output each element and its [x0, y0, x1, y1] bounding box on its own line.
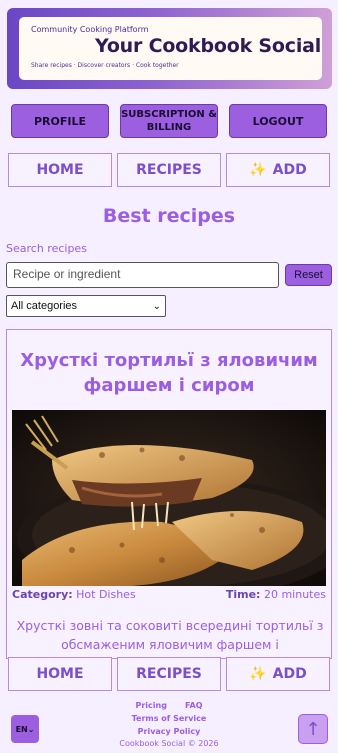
recipe-photo-illustration	[12, 410, 326, 586]
scroll-to-top-button[interactable]: ↑	[298, 714, 328, 744]
chevron-down-icon: ⌄	[27, 724, 35, 734]
recipe-photo[interactable]	[12, 410, 326, 586]
recipe-description: Хрусткі зовні та соковиті всередині торт…	[16, 618, 324, 658]
terms-link[interactable]: Terms of Service	[132, 714, 207, 723]
search-label: Search recipes	[6, 242, 87, 255]
bottom-nav-add-label: ADD	[272, 666, 307, 682]
nav-home[interactable]: HOME	[8, 153, 112, 187]
privacy-link-row: Privacy Policy	[0, 727, 338, 736]
header-banner: Community Cooking Platform Your Cookbook…	[7, 8, 332, 89]
site-title: Your Cookbook Social	[95, 35, 322, 57]
bottom-nav-home-label: HOME	[36, 666, 84, 682]
category-value: Hot Dishes	[76, 588, 136, 601]
nav-home-label: HOME	[36, 162, 84, 178]
logout-button[interactable]: LOGOUT	[229, 104, 327, 138]
bottom-nav: HOME RECIPES ✨ ADD	[8, 657, 330, 691]
copyright: Cookbook Social © 2026	[119, 739, 219, 748]
recipe-title[interactable]: Хрусткі тортильї з яловичим фаршем і сир…	[7, 348, 331, 398]
search-input[interactable]: Recipe or ingredient	[6, 262, 279, 288]
sparkles-icon: ✨	[249, 162, 267, 178]
faq-link[interactable]: FAQ	[185, 701, 203, 710]
banner-tagline: Share recipes · Discover creators · Cook…	[31, 62, 179, 69]
bottom-nav-recipes[interactable]: RECIPES	[117, 657, 221, 691]
section-title: Best recipes	[102, 205, 236, 227]
banner-card: Community Cooking Platform Your Cookbook…	[19, 17, 322, 80]
main-nav: HOME RECIPES ✨ ADD	[8, 153, 330, 187]
profile-button[interactable]: PROFILE	[11, 104, 109, 138]
sparkles-icon: ✨	[249, 666, 267, 682]
nav-recipes[interactable]: RECIPES	[117, 153, 221, 187]
recipe-time: Time: 20 minutes	[226, 588, 326, 601]
banner-kicker: Community Cooking Platform	[31, 25, 149, 34]
language-selector[interactable]: EN ⌄	[11, 715, 39, 743]
pricing-link[interactable]: Pricing	[135, 701, 166, 710]
chevron-down-icon: ⌄	[152, 300, 161, 312]
nav-add-label: ADD	[272, 162, 307, 178]
reset-button[interactable]: Reset	[285, 264, 332, 286]
bottom-nav-recipes-label: RECIPES	[136, 666, 202, 682]
footer-links-row: Pricing FAQ	[0, 701, 338, 710]
footer: Pricing FAQ Terms of Service Privacy Poli…	[0, 692, 338, 753]
search-placeholder: Recipe or ingredient	[13, 267, 121, 281]
category-label: Category:	[12, 588, 73, 601]
category-select-value: All categories	[11, 300, 78, 312]
category-select[interactable]: All categories ⌄	[6, 295, 166, 317]
time-value: 20 minutes	[263, 588, 326, 601]
terms-link-row: Terms of Service	[0, 714, 338, 723]
time-label: Time:	[225, 588, 261, 601]
language-value: EN	[15, 724, 28, 734]
privacy-link[interactable]: Privacy Policy	[138, 727, 201, 736]
nav-recipes-label: RECIPES	[136, 162, 202, 178]
recipe-card[interactable]: Хрусткі тортильї з яловичим фаршем і сир…	[6, 329, 332, 659]
nav-add[interactable]: ✨ ADD	[226, 153, 330, 187]
bottom-nav-home[interactable]: HOME	[8, 657, 112, 691]
recipe-category: Category: Hot Dishes	[12, 588, 136, 601]
subscription-billing-button[interactable]: SUBSCRIPTION & BILLING	[120, 104, 218, 138]
arrow-up-icon: ↑	[305, 718, 321, 740]
bottom-nav-add[interactable]: ✨ ADD	[226, 657, 330, 691]
